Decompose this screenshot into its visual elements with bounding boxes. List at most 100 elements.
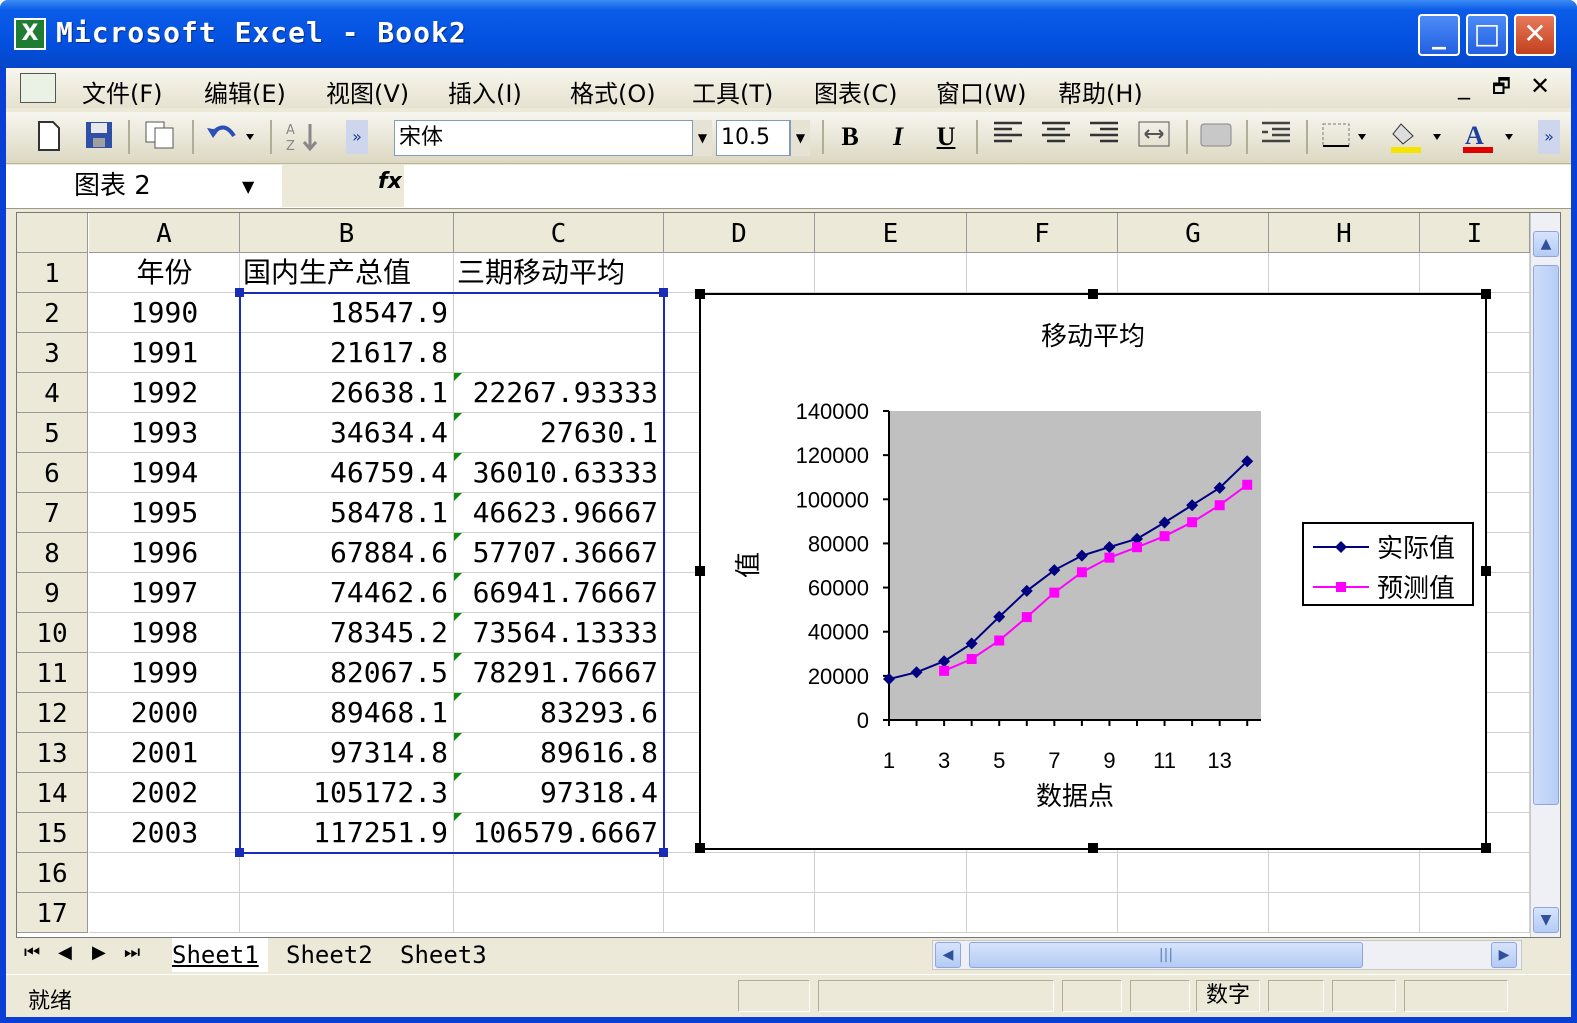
vertical-scroll-thumb[interactable]	[1533, 265, 1559, 805]
row-header-14[interactable]: 14	[17, 773, 88, 813]
sort-icon[interactable]: AZ	[280, 120, 324, 154]
row-header-15[interactable]: 15	[17, 813, 88, 853]
row-header-3[interactable]: 3	[17, 333, 88, 373]
align-left-icon[interactable]	[988, 120, 1028, 154]
chart-resize-handle[interactable]	[695, 843, 705, 853]
borders-icon[interactable]	[1318, 120, 1372, 154]
header-cell-moving-average[interactable]: 三期移动平均	[454, 253, 664, 293]
close-button[interactable]: ✕	[1514, 14, 1556, 56]
maximize-button[interactable]: □	[1466, 14, 1508, 56]
bold-icon[interactable]: B	[832, 120, 868, 154]
undo-icon[interactable]	[202, 120, 258, 154]
menu-window[interactable]: 窗口(W)	[936, 74, 1026, 109]
font-size-box[interactable]: 10.5	[716, 120, 790, 156]
column-header-g[interactable]: G	[1118, 213, 1269, 253]
doc-close-button[interactable]: ✕	[1530, 72, 1550, 100]
row-header-5[interactable]: 5	[17, 413, 88, 453]
chevron-down-icon[interactable]: ▼	[692, 120, 712, 156]
menu-help[interactable]: 帮助(H)	[1058, 74, 1143, 109]
row-header-10[interactable]: 10	[17, 613, 88, 653]
menu-file[interactable]: 文件(F)	[82, 74, 163, 109]
cell-year[interactable]: 1997	[89, 573, 240, 613]
cell-year[interactable]: 1999	[89, 653, 240, 693]
first-sheet-icon[interactable]: ⏮	[24, 942, 40, 963]
title-bar[interactable]: X Microsoft Excel - Book2 _ □ ✕	[0, 0, 1577, 68]
selection-handle[interactable]	[659, 848, 668, 857]
row-header-2[interactable]: 2	[17, 293, 88, 333]
selected-range[interactable]	[239, 292, 665, 854]
selection-handle[interactable]	[235, 848, 244, 857]
row-header-12[interactable]: 12	[17, 693, 88, 733]
fx-icon[interactable]: fx	[378, 169, 402, 194]
align-right-icon[interactable]	[1084, 120, 1124, 154]
font-color-icon[interactable]: A	[1458, 120, 1520, 154]
formula-input[interactable]	[406, 169, 1566, 205]
column-header-i[interactable]: I	[1420, 213, 1530, 253]
header-cell-year[interactable]: 年份	[89, 253, 240, 293]
cell-year[interactable]: 1990	[89, 293, 240, 333]
tab-sheet1[interactable]: Sheet1	[172, 938, 268, 972]
cell-year[interactable]: 2003	[89, 813, 240, 853]
tab-sheet2[interactable]: Sheet2	[286, 938, 382, 972]
cell-year[interactable]: 2000	[89, 693, 240, 733]
excel-app-icon[interactable]: X	[14, 18, 46, 50]
chart-resize-handle[interactable]	[695, 289, 705, 299]
font-name-box[interactable]: 宋体	[394, 120, 694, 156]
cell-year[interactable]: 1994	[89, 453, 240, 493]
cell-year[interactable]: 1996	[89, 533, 240, 573]
row-header-16[interactable]: 16	[17, 853, 88, 893]
chart-resize-handle[interactable]	[695, 566, 705, 576]
new-icon[interactable]	[32, 120, 66, 154]
column-header-c[interactable]: C	[454, 213, 664, 253]
row-header-13[interactable]: 13	[17, 733, 88, 773]
chart-resize-handle[interactable]	[1481, 289, 1491, 299]
last-sheet-icon[interactable]: ⏭	[124, 942, 140, 963]
select-all-corner[interactable]	[17, 213, 88, 253]
indent-icon[interactable]	[1256, 120, 1296, 154]
cell-year[interactable]: 1993	[89, 413, 240, 453]
chart-resize-handle[interactable]	[1088, 289, 1098, 299]
menu-format[interactable]: 格式(O)	[570, 74, 656, 109]
header-cell-gdp[interactable]: 国内生产总值	[240, 253, 454, 293]
line-chart[interactable]: 移动平均 0 20000 40000 60000 80000 100000 120000 140…	[701, 295, 1485, 848]
selection-handle[interactable]	[659, 288, 668, 297]
column-header-f[interactable]: F	[967, 213, 1118, 253]
horizontal-scrollbar[interactable]: ◀ ||| ▶	[932, 940, 1522, 970]
toolbar-overflow-icon[interactable]: »	[346, 120, 368, 154]
row-header-9[interactable]: 9	[17, 573, 88, 613]
chart-resize-handle[interactable]	[1088, 843, 1098, 853]
document-icon[interactable]	[20, 73, 56, 103]
italic-icon[interactable]: I	[880, 120, 916, 154]
chevron-down-icon[interactable]: ▼	[790, 120, 810, 156]
horizontal-scroll-thumb[interactable]: |||	[969, 942, 1363, 968]
column-header-d[interactable]: D	[664, 213, 815, 253]
row-header-4[interactable]: 4	[17, 373, 88, 413]
fill-color-icon[interactable]	[1386, 120, 1448, 154]
cell-year[interactable]: 2001	[89, 733, 240, 773]
cell-year[interactable]: 1998	[89, 613, 240, 653]
chevron-down-icon[interactable]: ▼	[242, 177, 254, 196]
row-header-8[interactable]: 8	[17, 533, 88, 573]
column-header-h[interactable]: H	[1269, 213, 1420, 253]
row-header-1[interactable]: 1	[17, 253, 88, 293]
menu-view[interactable]: 视图(V)	[326, 74, 409, 109]
scroll-left-icon[interactable]: ◀	[935, 942, 961, 968]
row-header-6[interactable]: 6	[17, 453, 88, 493]
cell-year[interactable]: 1992	[89, 373, 240, 413]
chart-object[interactable]: 移动平均 0 20000 40000 60000 80000 100000 120000 140…	[699, 293, 1487, 850]
prev-sheet-icon[interactable]: ◀	[58, 942, 72, 963]
align-center-icon[interactable]	[1036, 120, 1076, 154]
row-header-11[interactable]: 11	[17, 653, 88, 693]
doc-restore-button[interactable]: 🗗	[1492, 72, 1511, 106]
worksheet-grid[interactable]: ABCDEFGHI 1 2 3 4 5 6 7 8 9 10 11 12 13 14 15 16 17 年份 国内…	[16, 212, 1561, 938]
cell-year[interactable]: 1991	[89, 333, 240, 373]
chart-resize-handle[interactable]	[1481, 843, 1491, 853]
menu-tools[interactable]: 工具(T)	[692, 74, 773, 109]
scroll-up-icon[interactable]: ▲	[1533, 231, 1559, 257]
menu-chart[interactable]: 图表(C)	[814, 74, 897, 109]
copy-icon[interactable]	[140, 120, 180, 154]
column-header-e[interactable]: E	[815, 213, 967, 253]
save-icon[interactable]	[82, 120, 116, 154]
underline-icon[interactable]: U	[928, 120, 964, 154]
next-sheet-icon[interactable]: ▶	[92, 942, 106, 963]
